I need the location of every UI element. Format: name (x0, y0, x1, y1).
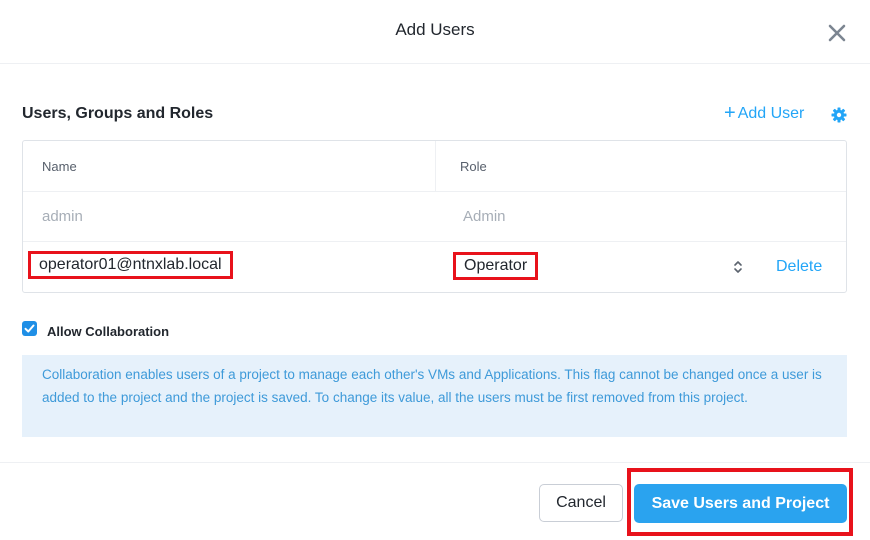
row-divider (23, 191, 846, 192)
chevron-updown-icon[interactable] (733, 260, 743, 274)
column-header-role: Role (460, 159, 487, 174)
delete-user-button[interactable]: Delete (776, 258, 822, 276)
plus-icon: + (724, 102, 736, 124)
add-user-label: Add User (737, 105, 805, 122)
dialog-title: Add Users (395, 20, 475, 39)
cancel-button[interactable]: Cancel (539, 484, 623, 522)
gear-icon[interactable] (831, 107, 847, 123)
add-user-button[interactable]: + Add User (724, 102, 805, 124)
users-table: Name Role admin Admin operator01@ntnxlab… (22, 140, 847, 293)
row-divider (23, 241, 846, 242)
footer-divider (0, 462, 870, 463)
dialog-header: Add Users (0, 0, 870, 64)
user-name-admin: admin (42, 208, 83, 225)
column-divider (435, 141, 436, 191)
close-icon[interactable] (826, 22, 848, 44)
user-role-admin: Admin (463, 208, 506, 225)
user-name-operator: operator01@ntnxlab.local (28, 251, 233, 279)
column-header-name: Name (42, 159, 77, 174)
allow-collaboration-checkbox[interactable] (22, 321, 37, 336)
role-select[interactable]: Operator (453, 252, 539, 280)
collaboration-info-box: Collaboration enables users of a project… (22, 355, 847, 437)
section-title: Users, Groups and Roles (22, 105, 214, 122)
allow-collaboration-label: Allow Collaboration (47, 324, 170, 339)
save-users-and-project-button[interactable]: Save Users and Project (634, 484, 847, 523)
